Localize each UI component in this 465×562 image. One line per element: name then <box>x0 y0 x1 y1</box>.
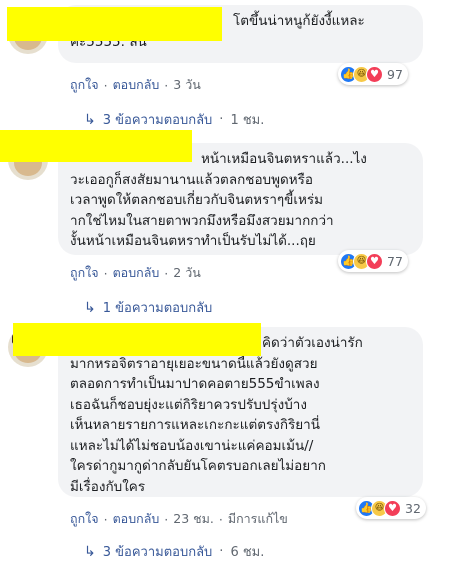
reaction-count: 97 <box>387 66 403 82</box>
comment-text-line1: หน้าเหมือนจินตหราแล้ว...ไง <box>201 151 367 167</box>
comment-actions: ถูกใจ · ตอบกลับ · 2 วัน <box>70 263 201 283</box>
reaction-summary[interactable]: 👍 😆 ♥ 97 <box>338 63 408 85</box>
comment-actions: ถูกใจ · ตอบกลับ · 23 ชม. · มีการแก้ไข <box>70 509 288 529</box>
timestamp[interactable]: 23 ชม. <box>173 509 214 529</box>
replies-time: 1 ชม. <box>230 113 265 128</box>
reply-button[interactable]: ตอบกลับ <box>113 509 160 529</box>
like-button[interactable]: ถูกใจ <box>70 75 99 95</box>
reply-button[interactable]: ตอบกลับ <box>113 263 160 283</box>
reaction-count: 32 <box>405 500 421 516</box>
replies-count[interactable]: 3 ข้อความตอบกลับ <box>103 541 213 562</box>
reply-arrow-icon: ↳ <box>84 543 96 560</box>
redacted-name <box>13 323 261 356</box>
replies-count[interactable]: 3 ข้อความตอบกลับ <box>103 109 213 130</box>
edited-label[interactable]: มีการแก้ไข <box>228 509 288 529</box>
comment-text-line1: โตขึ้นน่าหนูก้ยังงี้แหละ <box>233 13 365 29</box>
comment-text: วะเออกูก็สงสัยมานานแล้วตลกชอบพูดหรือ เวล… <box>70 171 334 250</box>
like-button[interactable]: ถูกใจ <box>70 263 99 283</box>
replies-count[interactable]: 1 ข้อความตอบกลับ <box>103 297 213 318</box>
reply-arrow-icon: ↳ <box>84 299 96 316</box>
view-replies-link[interactable]: ↳ 3 ข้อความตอบกลับ · 6 ชม. <box>84 541 264 562</box>
reaction-count: 77 <box>387 253 403 269</box>
view-replies-link[interactable]: ↳ 3 ข้อความตอบกลับ · 1 ชม. <box>84 109 264 130</box>
comment-text-line1: คิดว่าตัวเองน่ารัก <box>262 335 363 351</box>
love-icon: ♥ <box>366 252 383 270</box>
like-button[interactable]: ถูกใจ <box>70 509 99 529</box>
redacted-name <box>7 7 222 41</box>
comment-text: มากหรอจิตราอายุเยอะขนาดนี้แล้วยังดูสวย ต… <box>70 355 326 495</box>
love-icon: ♥ <box>384 499 401 517</box>
reaction-summary[interactable]: 👍 😆 ♥ 32 <box>356 497 426 519</box>
timestamp[interactable]: 2 วัน <box>173 263 201 283</box>
reply-arrow-icon: ↳ <box>84 111 96 128</box>
comment-actions: ถูกใจ · ตอบกลับ · 3 วัน <box>70 75 201 95</box>
view-replies-link[interactable]: ↳ 1 ข้อความตอบกลับ <box>84 297 212 318</box>
reaction-summary[interactable]: 👍 😆 ♥ 77 <box>338 250 408 272</box>
reply-button[interactable]: ตอบกลับ <box>113 75 160 95</box>
timestamp[interactable]: 3 วัน <box>173 75 201 95</box>
replies-time: 6 ชม. <box>230 545 265 560</box>
redacted-name <box>0 130 192 162</box>
love-icon: ♥ <box>366 65 383 83</box>
